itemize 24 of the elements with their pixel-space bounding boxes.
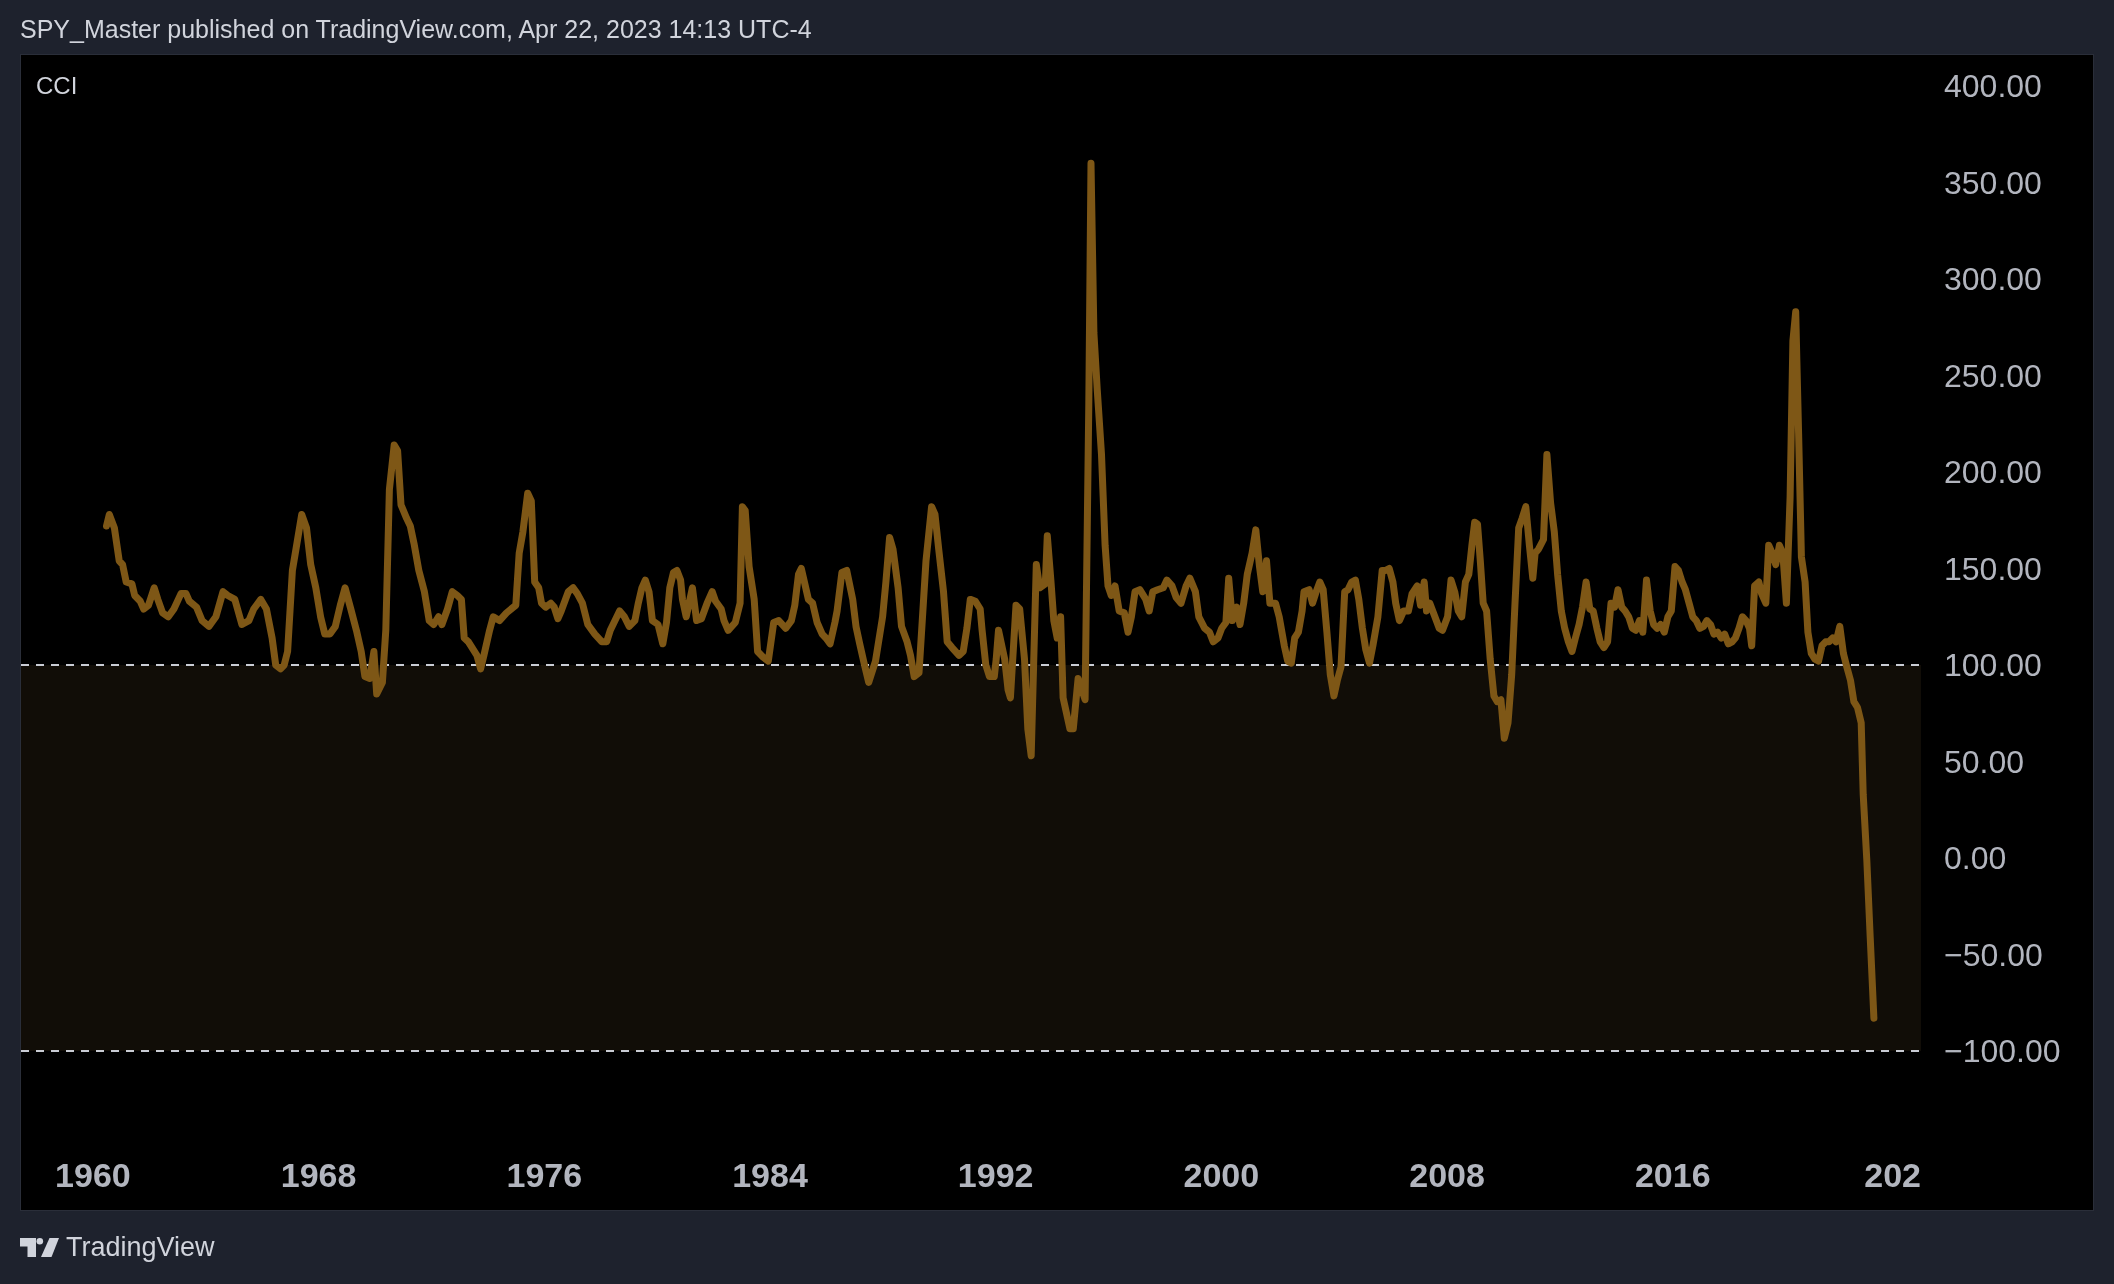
year-label: 1992 xyxy=(957,1156,1034,1194)
year-label: 2016 xyxy=(1634,1156,1711,1194)
year-label: 1976 xyxy=(506,1156,583,1194)
price-label: 100.00 xyxy=(1944,647,2042,683)
brand-name: TradingView xyxy=(66,1232,215,1263)
logo-icon xyxy=(20,1238,59,1257)
price-label: 350.00 xyxy=(1944,164,2042,201)
year-label: 2008 xyxy=(1409,1156,1485,1194)
indicator-label: CCI xyxy=(36,71,78,99)
price-label: 400.00 xyxy=(1944,68,2042,104)
price-label: 200.00 xyxy=(1944,454,2042,490)
publish-info: SPY_Master published on TradingView.com, Apr 22, 2023 14:13 UTC-4 xyxy=(20,15,812,44)
year-label: 1984 xyxy=(732,1156,808,1194)
price-label: 300.00 xyxy=(1944,261,2042,297)
price-label: 250.00 xyxy=(1944,357,2042,394)
price-label: 150.00 xyxy=(1944,550,2042,587)
year-label: 202 xyxy=(1864,1156,1921,1194)
year-label: 1968 xyxy=(280,1156,357,1194)
price-label: −100.00 xyxy=(1944,1033,2061,1069)
price-label: 50.00 xyxy=(1944,743,2025,780)
price-label: −50.00 xyxy=(1944,936,2043,973)
price-label: 0.00 xyxy=(1944,840,2007,876)
year-label: 2000 xyxy=(1183,1156,1260,1194)
year-label: 1960 xyxy=(55,1156,131,1194)
